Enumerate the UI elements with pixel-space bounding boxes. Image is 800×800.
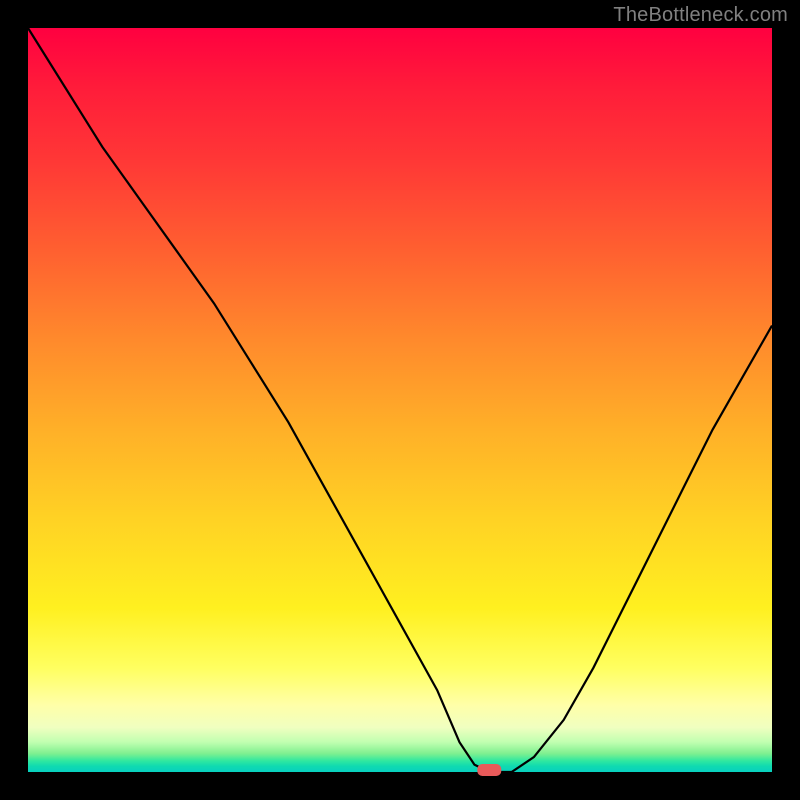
optimal-marker — [477, 764, 501, 776]
watermark-text: TheBottleneck.com — [613, 4, 788, 27]
plot-area — [28, 28, 772, 772]
chart-frame: TheBottleneck.com — [0, 0, 800, 800]
curve-line — [28, 28, 772, 772]
bottleneck-curve — [28, 28, 772, 772]
